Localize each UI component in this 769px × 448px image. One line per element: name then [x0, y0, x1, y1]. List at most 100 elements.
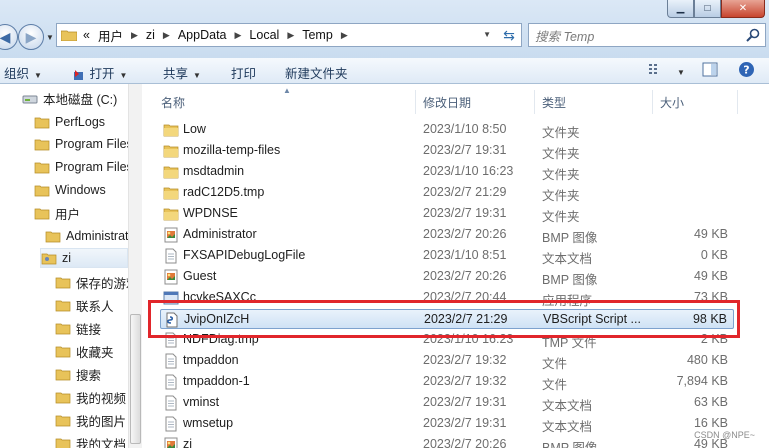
search-icon[interactable] — [745, 27, 761, 43]
forward-button[interactable]: ▶ — [18, 24, 44, 50]
address-bar[interactable]: « 用户 ▶ zi ▶ AppData ▶ Local ▶ Temp ▶ ▼ — [56, 23, 522, 47]
file-row[interactable]: WPDNSE 2023/2/7 19:31 文件夹 — [160, 204, 734, 224]
print-button[interactable]: 打印 — [231, 63, 256, 82]
nav-item-searches[interactable]: 搜索 — [55, 364, 101, 384]
maximize-button[interactable]: □ — [694, 0, 721, 18]
chevron-right-icon[interactable]: ▶ — [131, 30, 138, 41]
chevron-right-icon[interactable]: ▶ — [235, 30, 242, 41]
file-row[interactable]: tmpaddon 2023/2/7 19:32 文件 480 KB — [160, 351, 734, 371]
file-size: 49 KB — [693, 227, 728, 241]
breadcrumb-local[interactable]: Local — [249, 28, 279, 42]
column-divider[interactable] — [415, 90, 416, 114]
chevron-right-icon[interactable]: ▶ — [163, 30, 170, 41]
nav-item-contacts[interactable]: 联系人 — [55, 295, 114, 315]
nav-item-program-files[interactable]: Program Files — [34, 134, 133, 154]
nav-item-links[interactable]: 链接 — [55, 318, 101, 338]
navigation-scrollbar[interactable] — [128, 84, 142, 448]
print-label: 打印 — [231, 67, 257, 81]
nav-item-my-videos[interactable]: 我的视频 — [55, 387, 126, 407]
column-divider[interactable] — [652, 90, 653, 114]
chevron-right-icon[interactable]: ▶ — [287, 30, 294, 41]
file-type: 文件夹 — [542, 126, 580, 140]
column-divider[interactable] — [534, 90, 535, 114]
breadcrumb-appdata[interactable]: AppData — [178, 28, 227, 42]
nav-item-program-files-x86[interactable]: Program Files (x86) — [34, 157, 141, 177]
file-row[interactable]: mozilla-temp-files 2023/2/7 19:31 文件夹 — [160, 141, 734, 161]
folder-icon — [55, 277, 71, 288]
nav-item-my-documents[interactable]: 我的文档 — [55, 433, 126, 448]
column-header-type[interactable]: 类型 — [542, 94, 566, 111]
close-icon: ✕ — [738, 3, 748, 14]
preview-pane-button[interactable] — [702, 62, 718, 80]
nav-item-users[interactable]: 用户 — [34, 203, 80, 223]
folder-icon — [45, 231, 61, 242]
folder-icon — [163, 166, 179, 179]
file-row[interactable]: wmsetup 2023/2/7 19:31 文本文档 16 KB — [160, 414, 734, 434]
column-header-name[interactable]: 名称 — [161, 94, 185, 111]
breadcrumb-zi[interactable]: zi — [146, 28, 155, 42]
folder-icon — [34, 208, 50, 219]
folder-icon — [55, 300, 71, 311]
back-button[interactable]: ◀ — [0, 24, 18, 50]
nav-item-label: 搜索 — [76, 368, 102, 383]
file-date: 2023/2/7 20:26 — [423, 269, 507, 283]
nav-item-windows[interactable]: Windows — [34, 180, 106, 200]
column-header-size[interactable]: 大小 — [660, 94, 684, 111]
image-file-icon — [164, 227, 178, 243]
folder-icon — [163, 208, 179, 221]
nav-item-administrator[interactable]: Administrator — [45, 226, 140, 246]
file-row[interactable]: FXSAPIDebugLogFile 2023/1/10 8:51 文本文档 0 KB — [160, 246, 734, 266]
file-row[interactable]: tmpaddon-1 2023/2/7 19:32 文件 7,894 KB — [160, 372, 734, 392]
breadcrumb-temp[interactable]: Temp — [302, 28, 333, 42]
breadcrumb-overflow[interactable]: « — [83, 28, 90, 42]
nav-item-local-disk[interactable]: 本地磁盘 (C:) — [22, 88, 117, 108]
breadcrumb-users[interactable]: 用户 — [98, 26, 123, 45]
file-name: Guest — [183, 269, 217, 283]
search-input[interactable]: 搜索 Temp — [528, 23, 766, 47]
file-size: 7,894 KB — [676, 374, 728, 388]
arrow-right-icon: ▶ — [25, 28, 37, 45]
nav-item-label: 我的图片 — [76, 414, 127, 429]
file-row[interactable]: radC12D5.tmp 2023/2/7 21:29 文件夹 — [160, 183, 734, 203]
nav-item-zi[interactable]: zi — [40, 248, 128, 268]
text-file-icon — [165, 353, 177, 369]
file-type: 文件 — [542, 378, 568, 392]
nav-item-favorites[interactable]: 收藏夹 — [55, 341, 114, 361]
new-folder-button[interactable]: 新建文件夹 — [285, 63, 348, 82]
file-row[interactable]: msdtadmin 2023/1/10 16:23 文件夹 — [160, 162, 734, 182]
file-row[interactable]: Administrator 2023/2/7 20:26 BMP 图像 49 KB — [160, 225, 734, 245]
address-dropdown-icon[interactable]: ▼ — [483, 30, 491, 39]
file-row[interactable]: zi 2023/2/7 20:26 BMP 图像 49 KB — [160, 435, 734, 448]
help-button[interactable]: ? — [738, 61, 755, 81]
folder-icon — [34, 139, 50, 150]
column-header-date[interactable]: 修改日期 — [423, 94, 471, 111]
folder-icon — [55, 392, 71, 403]
open-button[interactable]: 打开 ▼ — [72, 63, 127, 82]
chevron-right-icon[interactable]: ▶ — [341, 30, 348, 41]
text-file-icon — [165, 374, 177, 390]
change-view-button[interactable] — [648, 62, 664, 79]
file-row[interactable]: Guest 2023/2/7 20:26 BMP 图像 49 KB — [160, 267, 734, 287]
minimize-button[interactable]: ▁ — [667, 0, 694, 18]
file-row[interactable]: Low 2023/1/10 8:50 文件夹 — [160, 120, 734, 140]
column-divider[interactable] — [737, 90, 738, 114]
recent-pages-dropdown[interactable]: ▼ — [46, 33, 54, 42]
nav-item-my-pictures[interactable]: 我的图片 — [55, 410, 126, 430]
file-row[interactable]: vminst 2023/2/7 19:31 文本文档 63 KB — [160, 393, 734, 413]
folder-icon — [55, 438, 71, 448]
view-options-dropdown[interactable]: ▼ — [672, 64, 685, 78]
image-file-icon — [164, 269, 178, 285]
share-button[interactable]: 共享 ▼ — [163, 63, 201, 82]
nav-item-perflogs[interactable]: PerfLogs — [34, 112, 105, 132]
scrollbar-thumb[interactable] — [130, 314, 141, 444]
nav-item-label: zi — [62, 251, 72, 265]
file-date: 2023/2/7 20:26 — [423, 227, 507, 241]
chevron-down-icon: ▼ — [34, 71, 42, 80]
nav-item-saved-games[interactable]: 保存的游戏 — [55, 272, 139, 292]
organize-label: 组织 — [4, 67, 30, 81]
organize-button[interactable]: 组织 ▼ — [4, 63, 42, 82]
nav-item-label: PerfLogs — [55, 115, 106, 129]
help-icon: ? — [739, 62, 754, 77]
refresh-button[interactable]: ⇆ — [496, 24, 522, 46]
close-button[interactable]: ✕ — [721, 0, 765, 18]
